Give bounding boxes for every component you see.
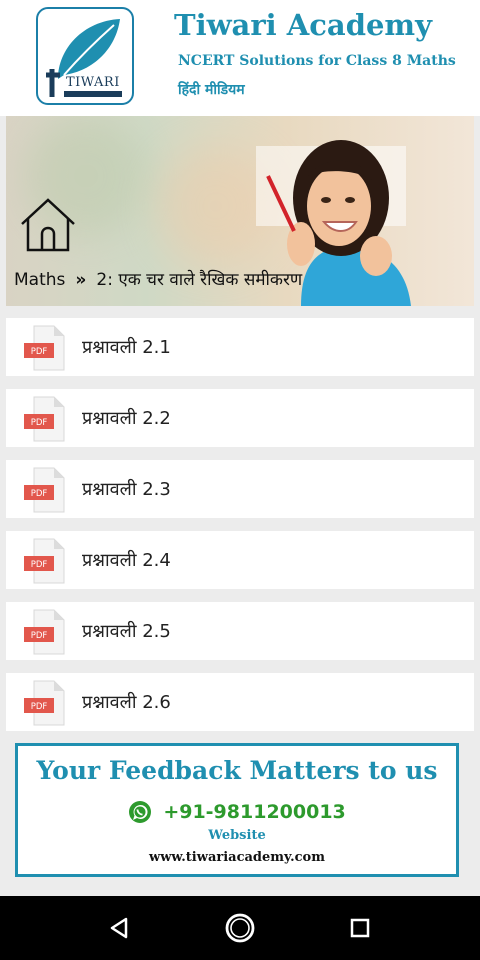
exercise-label: प्रश्नावली 2.6 [82, 692, 171, 713]
exercise-label: प्रश्नावली 2.5 [82, 621, 171, 642]
recents-icon[interactable] [342, 910, 378, 946]
website-url[interactable]: www.tiwariacademy.com [18, 850, 456, 865]
system-nav-bar [0, 896, 480, 960]
pdf-icon: PDF [24, 680, 65, 726]
pdf-icon: PDF [24, 396, 65, 442]
list-item-exercise-2-4[interactable]: PDF प्रश्नावली 2.4 [6, 531, 474, 589]
app-subtitle: NCERT Solutions for Class 8 Maths [178, 53, 456, 69]
home-circle-icon[interactable] [222, 910, 258, 946]
exercise-label: प्रश्नावली 2.1 [82, 337, 171, 358]
logo-strip [64, 91, 122, 97]
home-icon[interactable] [18, 196, 78, 254]
breadcrumb-root[interactable]: Maths [14, 270, 65, 290]
svg-text:PDF: PDF [31, 631, 48, 641]
banner: Maths » 2: एक चर वाले रैखिक समीकरण [6, 116, 474, 306]
medium-label: हिंदी मीडियम [178, 82, 245, 98]
website-link[interactable]: Website [18, 828, 456, 843]
feedback-box: Your Feedback Matters to us +91-98112000… [15, 743, 459, 877]
tiwari-academy-logo: TIWARI [36, 7, 134, 105]
logo-text: TIWARI [66, 75, 120, 90]
exercise-label: प्रश्नावली 2.4 [82, 550, 171, 571]
breadcrumb-chapter: 2: एक चर वाले रैखिक समीकरण [96, 270, 303, 290]
pdf-icon: PDF [24, 325, 65, 371]
exercise-label: प्रश्नावली 2.2 [82, 408, 171, 429]
svg-text:PDF: PDF [31, 489, 48, 499]
svg-text:PDF: PDF [31, 702, 48, 712]
svg-text:PDF: PDF [31, 347, 48, 357]
feedback-phone[interactable]: +91-9811200013 [163, 801, 345, 823]
breadcrumb: Maths » 2: एक चर वाले रैखिक समीकरण [14, 267, 302, 290]
list-item-exercise-2-1[interactable]: PDF प्रश्नावली 2.1 [6, 318, 474, 376]
exercise-label: प्रश्नावली 2.3 [82, 479, 171, 500]
exercise-list: PDF प्रश्नावली 2.1 PDF प्रश्नावली 2.2 PD… [6, 318, 474, 744]
list-item-exercise-2-6[interactable]: PDF प्रश्नावली 2.6 [6, 673, 474, 731]
svg-text:PDF: PDF [31, 560, 48, 570]
list-item-exercise-2-2[interactable]: PDF प्रश्नावली 2.2 [6, 389, 474, 447]
list-item-exercise-2-3[interactable]: PDF प्रश्नावली 2.3 [6, 460, 474, 518]
app-title: Tiwari Academy [174, 8, 432, 42]
app-header: TIWARI Tiwari Academy NCERT Solutions fo… [0, 0, 480, 116]
svg-text:PDF: PDF [31, 418, 48, 428]
pdf-icon: PDF [24, 467, 65, 513]
breadcrumb-separator: » [75, 270, 87, 290]
feedback-title: Your Feedback Matters to us [36, 756, 438, 785]
feedback-phone-row[interactable]: +91-9811200013 [18, 800, 456, 824]
pdf-icon: PDF [24, 538, 65, 584]
whatsapp-icon [129, 801, 152, 823]
back-icon[interactable] [102, 910, 138, 946]
list-item-exercise-2-5[interactable]: PDF प्रश्नावली 2.5 [6, 602, 474, 660]
pdf-icon: PDF [24, 609, 65, 655]
